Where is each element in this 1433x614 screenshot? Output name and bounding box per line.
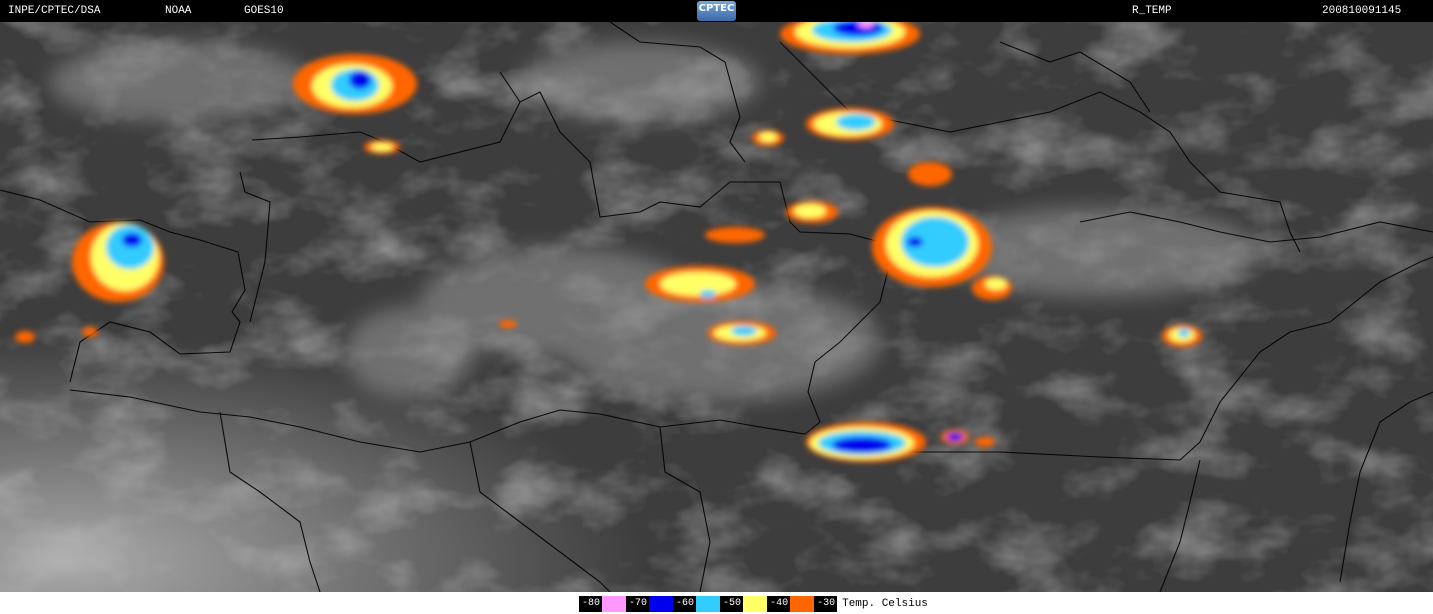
legend-label: -70 <box>626 596 650 612</box>
header-bar: INPE/CPTEC/DSA NOAA GOES10 CPTEC R_TEMP … <box>0 0 1433 22</box>
legend-item: -70 <box>626 596 674 612</box>
legend-swatch <box>602 596 627 612</box>
legend-swatch <box>696 596 721 612</box>
cptec-logo-icon: CPTEC <box>697 1 736 21</box>
satellite-image <box>0 22 1433 592</box>
legend-swatch <box>649 596 674 612</box>
legend-item: -60 <box>673 596 721 612</box>
legend-item: -50 <box>720 596 768 612</box>
product-label: R_TEMP <box>1132 5 1172 17</box>
legend-swatch <box>790 596 815 612</box>
legend-label: -80 <box>579 596 603 612</box>
source-label: INPE/CPTEC/DSA <box>8 5 101 17</box>
legend-item: -80 <box>579 596 627 612</box>
satellite-label: GOES10 <box>244 5 284 17</box>
legend-swatch <box>743 596 768 612</box>
agency-label: NOAA <box>165 5 192 17</box>
legend-title: Temp. Celsius <box>842 598 928 610</box>
legend-label: -60 <box>673 596 697 612</box>
timestamp-label: 200810091145 <box>1322 5 1402 17</box>
legend-item: -30 <box>814 596 838 612</box>
temperature-legend: -80 -70 -60 -50 -40 -30 Temp. Celsius <box>579 596 928 612</box>
legend-label: -40 <box>767 596 791 612</box>
legend-item: -40 <box>767 596 815 612</box>
legend-label: -30 <box>814 596 838 612</box>
legend-label: -50 <box>720 596 744 612</box>
